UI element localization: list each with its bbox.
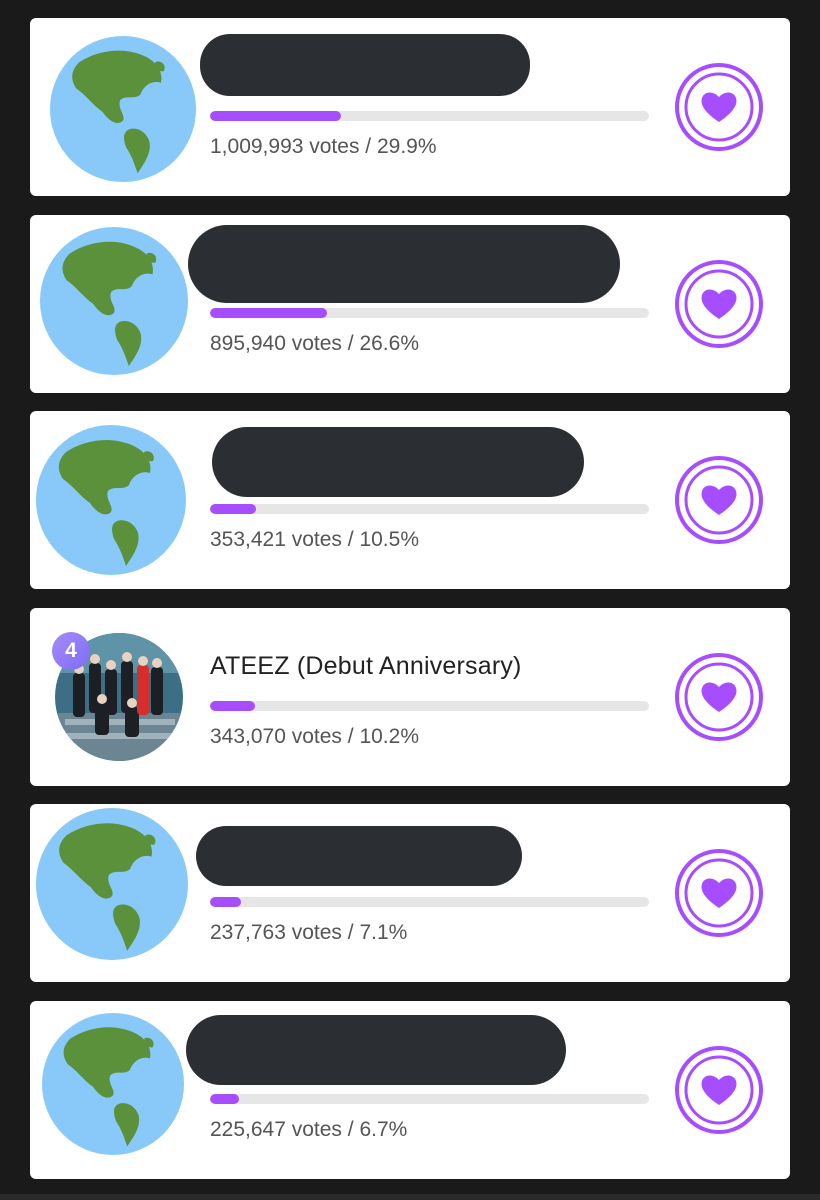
vote-count: 1,009,993 votes / 29.9% (210, 135, 437, 158)
globe-icon (36, 808, 188, 960)
ranking-card: 1,009,993 votes / 29.9% (30, 18, 790, 196)
ranking-card: 353,421 votes / 10.5% (30, 411, 790, 589)
redacted-name (196, 826, 522, 886)
ranking-card: 237,763 votes / 7.1% (30, 804, 790, 982)
redacted-name (212, 427, 584, 497)
vote-progress-bar (210, 504, 649, 514)
vote-progress-fill (210, 897, 242, 907)
vote-button[interactable] (674, 455, 764, 545)
heart-icon (675, 849, 763, 937)
vote-progress-bar (210, 897, 649, 907)
vote-button[interactable] (674, 652, 764, 742)
globe-icon (36, 425, 186, 575)
heart-icon (675, 653, 763, 741)
redacted-name (188, 225, 620, 303)
artist-name: ATEEZ (Debut Anniversary) (210, 652, 522, 680)
vote-progress-fill (210, 701, 255, 711)
redacted-name (200, 34, 530, 96)
ranking-card: 895,940 votes / 26.6% (30, 215, 790, 393)
vote-button[interactable] (674, 1045, 764, 1135)
vote-progress-fill (210, 1094, 240, 1104)
vote-button[interactable] (674, 848, 764, 938)
globe-icon (40, 227, 188, 375)
vote-count: 343,070 votes / 10.2% (210, 725, 419, 748)
vote-progress-fill (210, 111, 342, 121)
vote-progress-bar (210, 308, 649, 318)
vote-button[interactable] (674, 62, 764, 152)
rank-badge: 4 (52, 632, 90, 670)
vote-count: 225,647 votes / 6.7% (210, 1118, 408, 1141)
heart-icon (675, 1046, 763, 1134)
vote-progress-fill (210, 308, 327, 318)
heart-icon (675, 456, 763, 544)
vote-button[interactable] (674, 259, 764, 349)
vote-progress-bar (210, 1094, 649, 1104)
ranking-card: 4 ATEEZ (Debut Anniversary) 343,070 vote… (30, 608, 790, 786)
ranking-card: 225,647 votes / 6.7% (30, 1001, 790, 1179)
globe-icon (42, 1013, 184, 1155)
redacted-name (186, 1015, 566, 1085)
heart-icon (675, 260, 763, 348)
bottom-divider (0, 1194, 820, 1200)
vote-count: 895,940 votes / 26.6% (210, 332, 419, 355)
vote-progress-bar (210, 111, 649, 121)
globe-icon (50, 36, 196, 182)
vote-count: 353,421 votes / 10.5% (210, 528, 419, 551)
vote-progress-fill (210, 504, 257, 514)
vote-count: 237,763 votes / 7.1% (210, 921, 408, 944)
vote-progress-bar (210, 701, 649, 711)
heart-icon (675, 63, 763, 151)
